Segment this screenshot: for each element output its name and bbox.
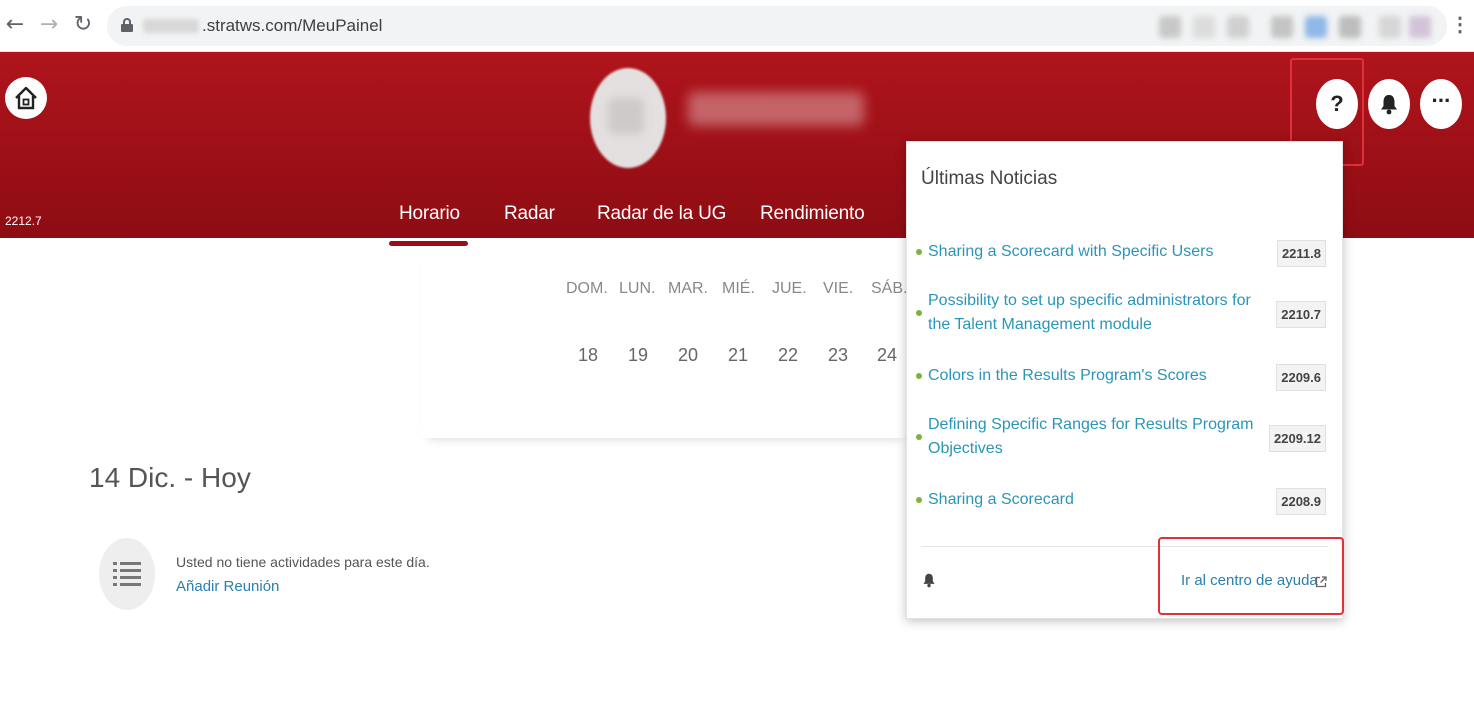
day-name: VIE. [823, 280, 854, 297]
agenda-date-title: 14 Dic. - Hoy [89, 462, 251, 493]
calendar-date[interactable]: 24 [877, 345, 897, 366]
empty-agenda-text: Usted no tiene actividades para este día… [176, 554, 430, 570]
news-title: Últimas Noticias [921, 168, 1058, 189]
ellipsis-icon: ··· [1431, 88, 1452, 113]
day-name: MAR. [668, 280, 708, 297]
calendar-date[interactable]: 21 [728, 345, 748, 366]
browser-toolbar: ← → ↻ .stratws.com/MeuPainel ⋮ [0, 0, 1474, 52]
extension-icon[interactable] [1271, 16, 1293, 38]
calendar-date[interactable]: 19 [628, 345, 648, 366]
bullet-dot-icon [916, 249, 922, 255]
calendar-date[interactable]: 18 [578, 345, 598, 366]
extension-icon[interactable] [1305, 16, 1327, 38]
day-name: DOM. [566, 280, 608, 297]
day-name: LUN. [619, 280, 656, 297]
extension-icon[interactable] [1227, 16, 1249, 38]
notifications-button[interactable] [1368, 79, 1410, 129]
blurred-user-name [688, 92, 864, 126]
url-text: .stratws.com/MeuPainel [202, 16, 383, 35]
news-link[interactable]: Defining Specific Ranges for Results Pro… [928, 413, 1258, 461]
week-calendar [420, 238, 910, 438]
bullet-dot-icon [916, 310, 922, 316]
help-center-highlight [1158, 537, 1344, 615]
arrow-right-icon[interactable]: → [36, 12, 62, 38]
day-name: MIÉ. [722, 280, 755, 297]
bell-icon [1381, 95, 1397, 115]
tab-rendimiento[interactable]: Rendimiento [760, 203, 865, 225]
app-version: 2212.7 [5, 214, 42, 228]
calendar-date[interactable]: 20 [678, 345, 698, 366]
news-link[interactable]: Colors in the Results Program's Scores [928, 364, 1258, 388]
calendar-date[interactable]: 22 [778, 345, 798, 366]
home-button[interactable] [5, 77, 47, 119]
avatar[interactable] [590, 68, 666, 168]
version-badge: 2209.6 [1276, 364, 1326, 391]
extension-icon[interactable] [1339, 16, 1361, 38]
list-icon [99, 538, 155, 610]
news-link[interactable]: Sharing a Scorecard with Specific Users [928, 240, 1258, 264]
extension-icon[interactable] [1193, 16, 1215, 38]
bell-icon[interactable] [922, 572, 936, 588]
reload-icon[interactable]: ↻ [70, 12, 96, 38]
version-badge: 2210.7 [1276, 301, 1326, 328]
bullet-dot-icon [916, 373, 922, 379]
tab-radar[interactable]: Radar [504, 203, 555, 225]
news-link[interactable]: Possibility to set up specific administr… [928, 289, 1258, 337]
browser-menu-icon[interactable]: ⋮ [1450, 12, 1470, 38]
extension-icon[interactable] [1159, 16, 1181, 38]
blurred-url-prefix [143, 19, 199, 33]
version-badge: 2209.12 [1269, 425, 1326, 452]
lock-icon [121, 18, 133, 32]
more-options-button[interactable]: ··· [1420, 79, 1462, 129]
tab-horario[interactable]: Horario [399, 203, 460, 225]
bullet-dot-icon [916, 497, 922, 503]
news-link[interactable]: Sharing a Scorecard [928, 488, 1258, 512]
home-icon [15, 86, 37, 110]
tab-radar-ug[interactable]: Radar de la UG [597, 203, 726, 225]
day-name: SÁB. [871, 280, 908, 297]
version-badge: 2208.9 [1276, 488, 1326, 515]
add-meeting-link[interactable]: Añadir Reunión [176, 578, 279, 595]
day-name: JUE. [772, 280, 807, 297]
calendar-date[interactable]: 23 [828, 345, 848, 366]
address-bar[interactable]: .stratws.com/MeuPainel [107, 6, 1447, 46]
version-badge: 2211.8 [1276, 240, 1326, 267]
extension-icon[interactable] [1379, 16, 1401, 38]
profile-avatar-icon[interactable] [1409, 16, 1431, 38]
arrow-left-icon[interactable]: ← [2, 12, 28, 38]
bullet-dot-icon [916, 434, 922, 440]
